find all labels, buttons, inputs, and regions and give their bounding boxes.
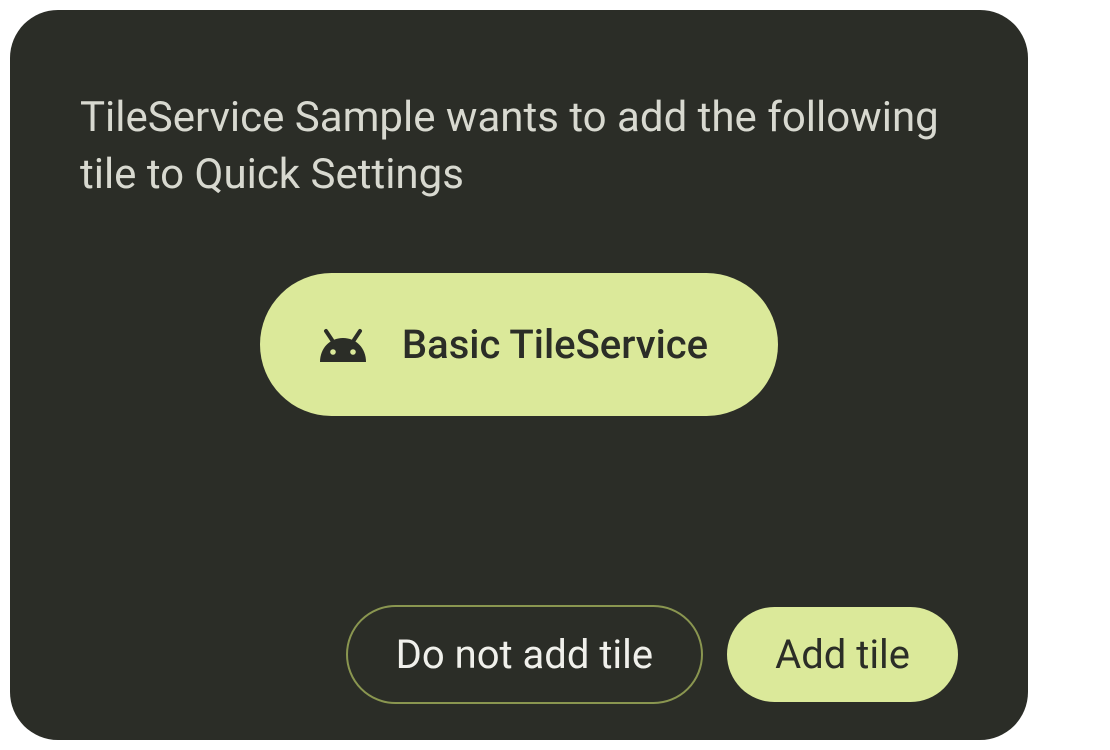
android-icon — [316, 326, 370, 364]
dialog-message: TileService Sample wants to add the foll… — [80, 90, 958, 203]
tile-preview-chip: Basic TileService — [260, 273, 778, 416]
dialog-button-row: Do not add tile Add tile — [346, 605, 958, 704]
tile-preview-wrapper: Basic TileService — [80, 273, 958, 416]
tile-label: Basic TileService — [402, 321, 708, 368]
do-not-add-tile-button[interactable]: Do not add tile — [346, 605, 703, 704]
add-tile-dialog: TileService Sample wants to add the foll… — [10, 10, 1028, 740]
add-tile-button[interactable]: Add tile — [727, 607, 958, 702]
